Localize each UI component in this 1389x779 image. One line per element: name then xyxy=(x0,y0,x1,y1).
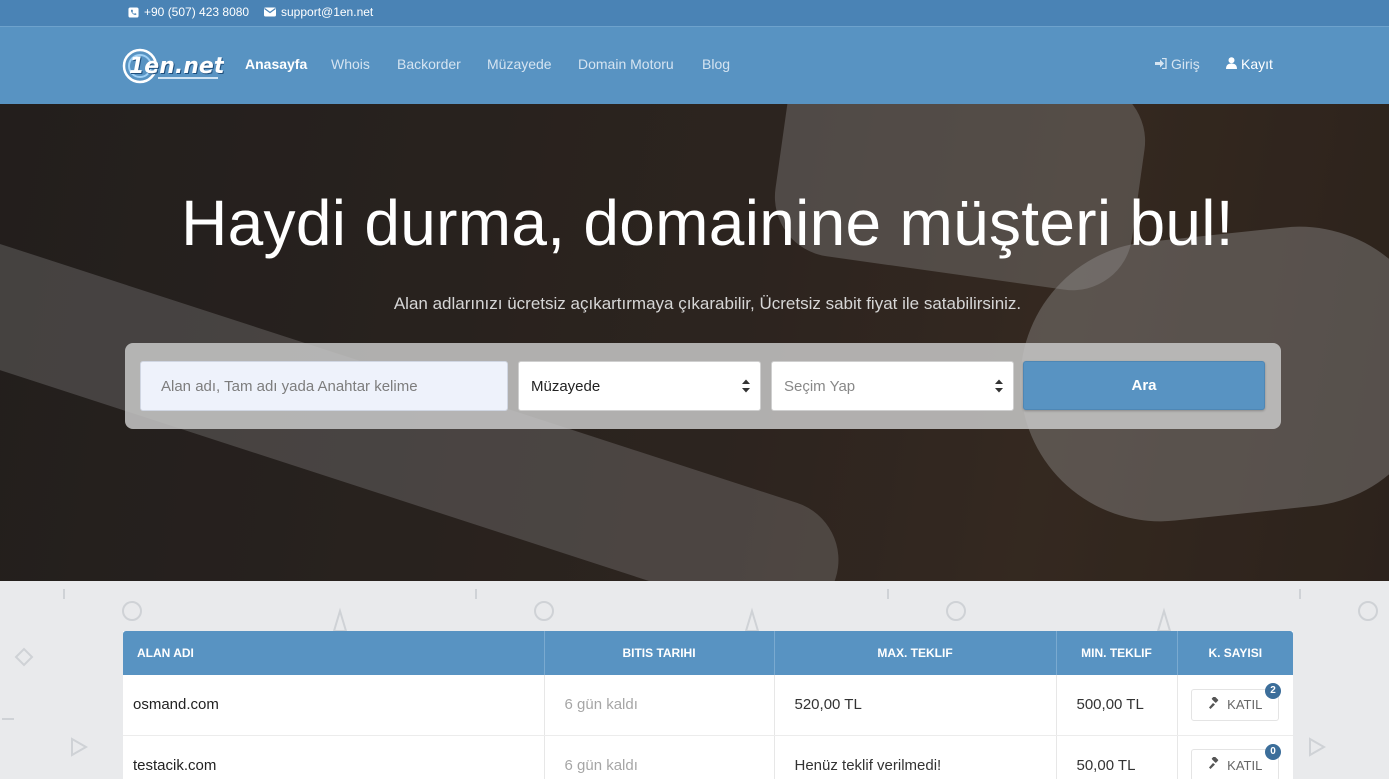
participant-cell: KATIL 2 xyxy=(1177,675,1293,736)
hero-title: Haydi durma, domainine müşteri bul! xyxy=(181,187,1234,259)
participant-count-badge: 2 xyxy=(1265,683,1281,699)
nav-item-auction[interactable]: Müzayede xyxy=(487,56,552,72)
nav-item-domain-engine[interactable]: Domain Motoru xyxy=(578,56,674,72)
login-link[interactable]: Giriş xyxy=(1155,56,1200,72)
email-contact[interactable]: support@1en.net xyxy=(264,5,373,19)
register-link[interactable]: Kayıt xyxy=(1226,56,1273,72)
auction-list-section: ALAN ADI BITIS TARIHI MAX. TEKLIF MIN. T… xyxy=(0,581,1389,779)
end-date-cell: 6 gün kaldı xyxy=(544,735,775,779)
email-address: support@1en.net xyxy=(281,5,374,19)
hero-section: Haydi durma, domainine müşteri bul! Alan… xyxy=(0,104,1389,581)
gavel-icon xyxy=(1208,696,1221,713)
column-header-end-date[interactable]: BITIS TARIHI xyxy=(544,631,775,675)
top-contact-bar: +90 (507) 423 8080 support@1en.net xyxy=(0,0,1389,26)
login-label: Giriş xyxy=(1171,56,1200,72)
search-button[interactable]: Ara xyxy=(1023,361,1265,410)
main-navbar: 1en.net 1en.net Anasayfa Whois Backorder… xyxy=(0,26,1389,104)
nav-item-home[interactable]: Anasayfa xyxy=(245,56,307,72)
search-input[interactable] xyxy=(140,361,508,411)
join-label: KATIL xyxy=(1227,757,1263,773)
column-header-min-bid[interactable]: MIN. TEKLIF xyxy=(1056,631,1178,675)
participant-count-badge: 0 xyxy=(1265,743,1281,760)
type-select-value: Müzayede xyxy=(531,378,601,395)
search-form: Müzayede Seçim Yap Ara xyxy=(125,343,1281,429)
type-select[interactable]: Müzayede xyxy=(518,361,761,411)
phone-number: +90 (507) 423 8080 xyxy=(144,5,250,19)
max-bid-cell: 520,00 TL xyxy=(774,675,1057,736)
svg-text:1en.net: 1en.net xyxy=(129,54,224,79)
auction-table: ALAN ADI BITIS TARIHI MAX. TEKLIF MIN. T… xyxy=(123,631,1293,779)
select-arrows-icon xyxy=(995,379,1003,393)
nav-item-blog[interactable]: Blog xyxy=(702,56,730,72)
hero-subtitle: Alan adlarınızı ücretsiz açıkartırmaya ç… xyxy=(393,294,1022,313)
column-header-participant-count[interactable]: K. SAYISI xyxy=(1177,631,1293,675)
min-bid-cell: 500,00 TL xyxy=(1056,675,1178,736)
join-label: KATIL xyxy=(1227,697,1263,713)
site-logo[interactable]: 1en.net 1en.net xyxy=(122,47,227,85)
select-arrows-icon xyxy=(742,379,750,393)
nav-item-backorder[interactable]: Backorder xyxy=(397,56,461,72)
end-date-cell: 6 gün kaldı xyxy=(544,675,775,736)
sign-in-icon xyxy=(1155,56,1167,72)
participant-cell: KATIL 0 xyxy=(1177,735,1293,779)
column-header-max-bid[interactable]: MAX. TEKLIF xyxy=(774,631,1057,675)
domain-cell[interactable]: osmand.com xyxy=(123,675,545,736)
option-select-value: Seçim Yap xyxy=(784,378,856,395)
nav-item-whois[interactable]: Whois xyxy=(331,56,370,72)
table-row: testacik.com 6 gün kaldı Henüz teklif ve… xyxy=(123,735,1293,779)
max-bid-cell: Henüz teklif verilmedi! xyxy=(774,735,1057,779)
phone-icon xyxy=(128,6,139,18)
phone-contact[interactable]: +90 (507) 423 8080 xyxy=(128,5,249,19)
table-row: osmand.com 6 gün kaldı 520,00 TL 500,00 … xyxy=(123,675,1293,736)
user-icon xyxy=(1226,56,1237,72)
min-bid-cell: 50,00 TL xyxy=(1056,735,1178,779)
column-header-domain[interactable]: ALAN ADI xyxy=(123,631,545,675)
gavel-icon xyxy=(1208,756,1221,773)
option-select[interactable]: Seçim Yap xyxy=(771,361,1014,411)
register-label: Kayıt xyxy=(1241,56,1273,72)
domain-cell[interactable]: testacik.com xyxy=(123,735,545,779)
table-header-row: ALAN ADI BITIS TARIHI MAX. TEKLIF MIN. T… xyxy=(123,631,1293,675)
envelope-icon xyxy=(264,7,276,17)
